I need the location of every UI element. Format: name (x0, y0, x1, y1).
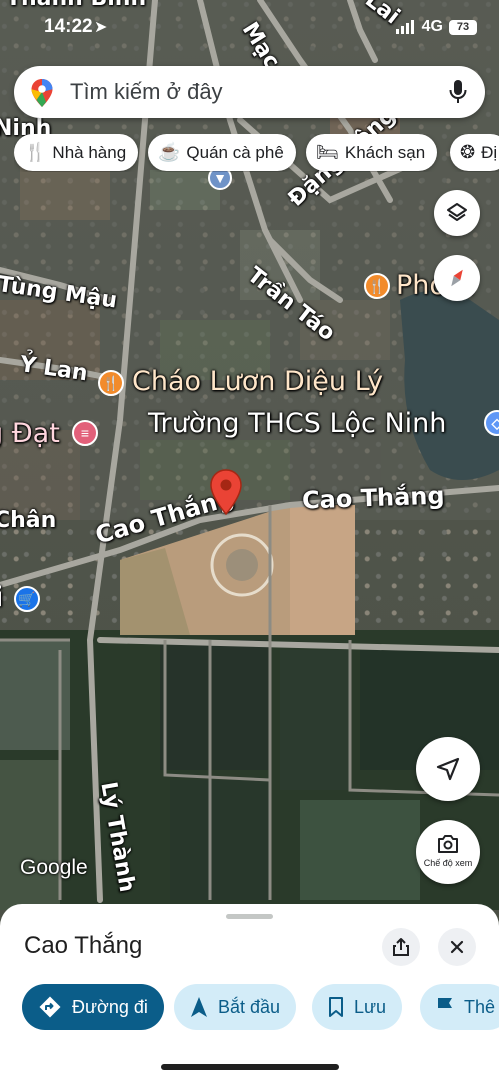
status-bar: 14:22 ➤ 4G 73 (0, 14, 499, 44)
hotel-pin-icon[interactable]: ≡ (72, 420, 98, 446)
microphone-icon[interactable] (449, 79, 467, 105)
location-arrow-icon: ➤ (94, 19, 108, 36)
my-location-button[interactable] (416, 737, 480, 801)
drag-handle[interactable] (226, 914, 273, 919)
chip-label: Quán cà phê (186, 142, 284, 162)
streetview-label: Chế độ xem (423, 858, 473, 868)
add-label-button[interactable]: Thê (420, 984, 499, 1030)
chip-label: Nhà hàng (52, 142, 127, 162)
chip-hotels[interactable]: 🛏 Khách sạn (306, 134, 438, 171)
restaurant-pin-icon[interactable]: 🍴 (98, 370, 124, 396)
flag-icon (438, 998, 452, 1017)
directions-label: Đường đi (72, 996, 148, 1017)
chip-attractions[interactable]: ❂ Đị (450, 134, 499, 171)
fork-knife-icon: 🍴 (24, 142, 47, 162)
chip-label: Đị (481, 142, 498, 162)
signal-icon (395, 20, 414, 34)
save-button[interactable]: Lưu (312, 984, 403, 1030)
close-icon (450, 940, 464, 954)
selected-location-pin-icon[interactable] (209, 468, 243, 516)
search-bar[interactable]: Tìm kiếm ở đây (14, 66, 485, 118)
layers-button[interactable] (434, 190, 480, 236)
poi-label-chao-luon[interactable]: Cháo Lươn Diệu Lý (132, 366, 383, 397)
coffee-cup-icon: ☕ (158, 142, 181, 162)
bed-icon: 🛏 (316, 142, 339, 162)
street-label-cao-thang-right: Cao Thắng (301, 481, 446, 515)
start-label: Bắt đầu (218, 996, 281, 1017)
chip-restaurants[interactable]: 🍴 Nhà hàng (14, 134, 139, 171)
poi-label-shop[interactable]: i (0, 582, 4, 613)
google-maps-logo-icon (31, 79, 53, 107)
close-button[interactable] (438, 928, 476, 966)
battery-icon: 73 (449, 19, 477, 35)
add-label-label: Thê (464, 996, 496, 1017)
start-button[interactable]: Bắt đầu (174, 984, 297, 1030)
street-label-thanh-binh: Thanh Bình (6, 0, 146, 11)
share-icon (393, 938, 409, 956)
home-indicator[interactable] (161, 1064, 339, 1070)
street-label-chan: Chân (0, 508, 57, 533)
search-input[interactable]: Tìm kiếm ở đây (70, 79, 223, 105)
save-label: Lưu (354, 996, 387, 1017)
camera-icon (438, 835, 458, 853)
directions-icon (39, 996, 61, 1018)
directions-button[interactable]: Đường đi (22, 984, 164, 1030)
place-title: Cao Thắng (24, 932, 143, 959)
google-logo: Google (20, 856, 88, 879)
navigation-arrow-icon (191, 997, 207, 1017)
chip-cafes[interactable]: ☕ Quán cà phê (148, 134, 296, 171)
shopping-pin-icon[interactable]: 🛒 (14, 586, 40, 612)
share-button[interactable] (382, 928, 420, 966)
status-time: 14:22 (44, 16, 93, 37)
attractions-icon: ❂ (460, 142, 476, 162)
chip-label: Khách sạn (344, 142, 426, 162)
place-bottom-sheet[interactable]: Cao Thắng Đường đi Bắt đầu Lưu Thê (0, 904, 499, 1080)
poi-label-dat[interactable]: g Đạt (0, 418, 60, 449)
navigation-arrow-icon (436, 757, 460, 781)
poi-label-truong[interactable]: Trường THCS Lộc Ninh (148, 408, 446, 439)
bookmark-icon (329, 997, 343, 1017)
streetview-button[interactable]: Chế độ xem (416, 820, 480, 884)
layers-icon (447, 203, 467, 221)
compass-icon (451, 269, 463, 287)
category-chips: 🍴 Nhà hàng ☕ Quán cà phê 🛏 Khách sạn ❂ Đ… (14, 134, 499, 172)
compass-button[interactable] (434, 255, 480, 301)
place-actions: Đường đi Bắt đầu Lưu Thê (22, 984, 499, 1032)
status-indicators: 4G 73 (395, 18, 477, 36)
network-type: 4G (421, 18, 443, 35)
restaurant-pin-icon[interactable]: 🍴 (364, 273, 390, 299)
